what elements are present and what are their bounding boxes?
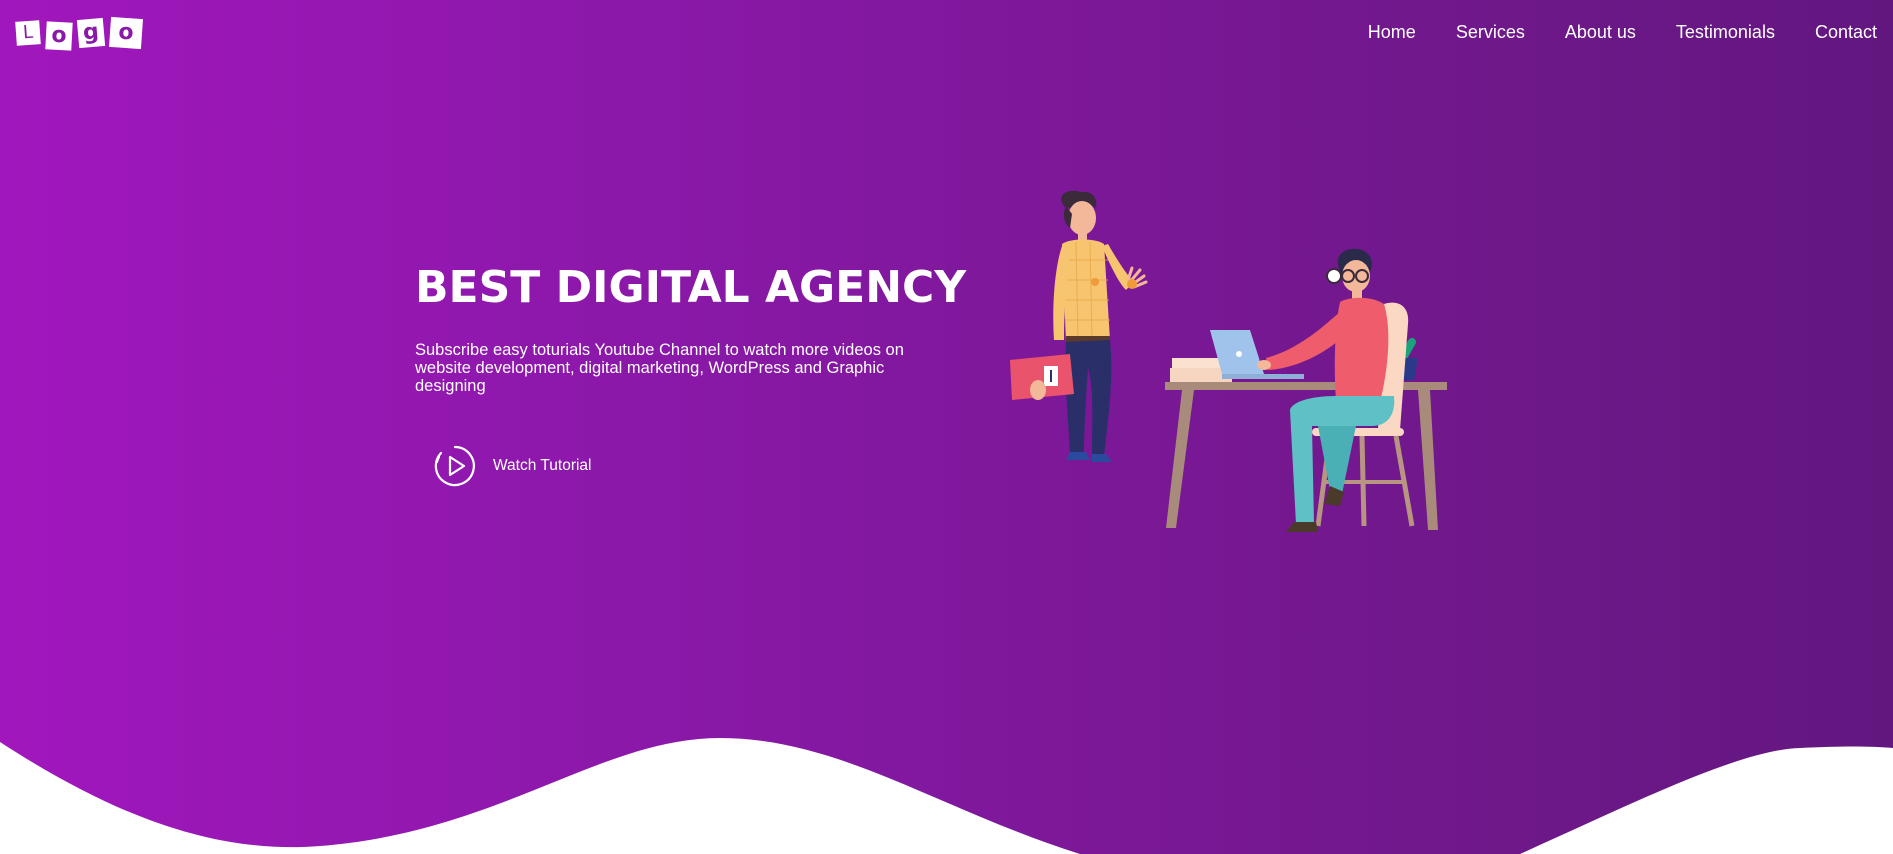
play-circle-icon [434,445,475,487]
site-logo[interactable]: L o g o [15,16,144,51]
bottom-wave-shape [0,738,1893,854]
hero-title: BEST DIGITAL AGENCY [415,262,967,313]
watch-tutorial-button[interactable]: Watch Tutorial [433,444,592,488]
watch-tutorial-label: Watch Tutorial [493,457,592,474]
nav-link-contact[interactable]: Contact [1815,22,1877,43]
main-nav: Home Services About us Testimonials Cont… [1368,22,1877,43]
hero-subtitle: Subscribe easy toturials Youtube Channel… [415,341,904,395]
logo-letter: L [15,20,41,46]
sitting-person-figure [1257,248,1415,532]
logo-letter: o [108,16,144,50]
nav-link-home[interactable]: Home [1368,22,1416,43]
logo-letter: g [76,17,106,49]
hero-section: L o g o Home Services About us Testimoni… [0,0,1893,854]
nav-link-about[interactable]: About us [1565,22,1636,43]
standing-person-figure [1010,190,1148,462]
office-people-illustration [1010,190,1447,532]
logo-letter: o [45,21,73,51]
nav-link-services[interactable]: Services [1456,22,1525,43]
nav-link-testimonials[interactable]: Testimonials [1676,22,1775,43]
